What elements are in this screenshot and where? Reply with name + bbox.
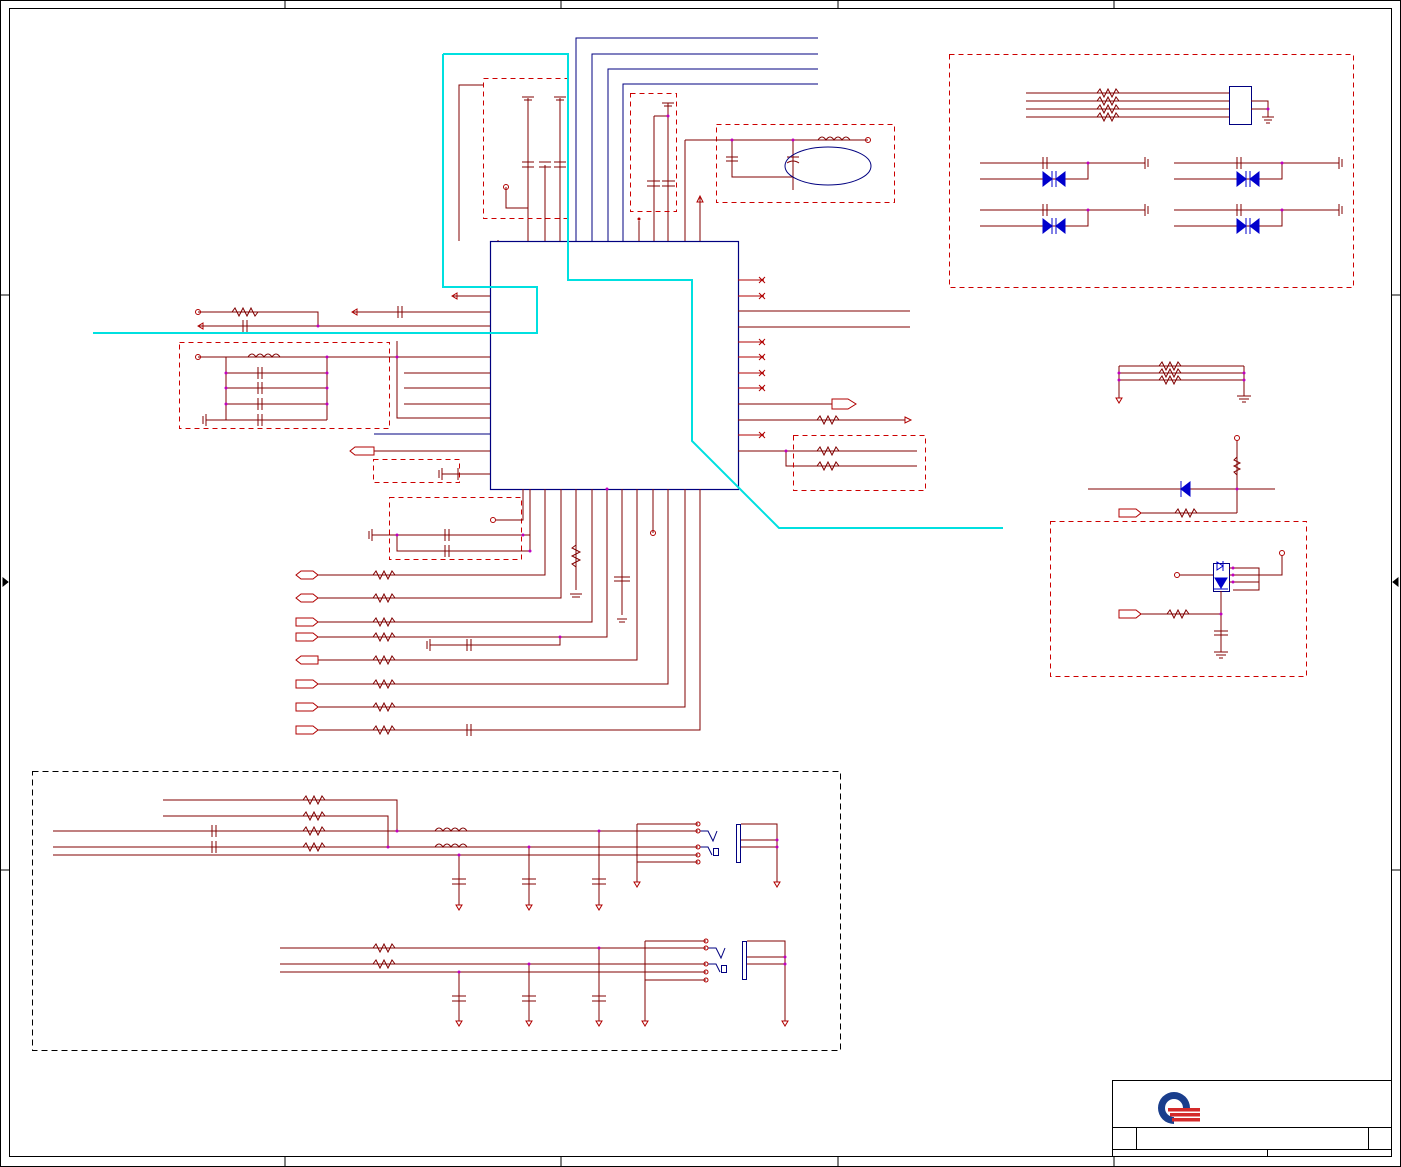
- mic-bias: [1118, 550, 1285, 659]
- decoupling-caps-top: [503, 96, 566, 190]
- bottom-port-tags: [295, 570, 319, 735]
- analog-caps: [637, 102, 704, 221]
- clock-filter-group: [716, 124, 895, 203]
- mic-jack-junctions: [457, 946, 787, 974]
- headphone-jack-markers: [455, 821, 781, 911]
- ground-pin-group: [373, 459, 460, 483]
- right-pins-nc: [738, 276, 766, 439]
- bottom-decoupling: [368, 489, 532, 557]
- header-connector: [1026, 86, 1274, 125]
- codec-ic: [489, 240, 740, 491]
- detect-circuit: [1088, 435, 1275, 519]
- bottom-decoupling-group: [389, 497, 522, 560]
- mic-bias-group: [1050, 521, 1307, 677]
- bottom-resistors: [372, 569, 396, 736]
- top-pin-wires: [458, 84, 716, 241]
- esd-protection-group: [949, 54, 1354, 288]
- mic-jack-circuit: [280, 940, 786, 1021]
- vref-filter: [195, 341, 490, 426]
- codec-ic-body: [489, 240, 740, 491]
- clock-filter: [716, 136, 872, 190]
- audio-jack-section: [32, 771, 841, 1051]
- ground-pin: [438, 468, 490, 480]
- diode-icon: [1042, 170, 1260, 235]
- zener-icon: [1214, 561, 1228, 590]
- crystal-icon: [784, 146, 872, 186]
- vref-junctions: [224, 324, 399, 406]
- diode-icon-detect: [1180, 480, 1191, 498]
- bottom-signal-lines: [318, 487, 701, 736]
- company-logo-icon: [1158, 1092, 1200, 1124]
- esd-diodes: [980, 157, 1343, 227]
- left-side-wires: [195, 295, 490, 332]
- headphone-jack-circuit: [53, 794, 778, 905]
- vref-filter-group: [179, 342, 390, 429]
- port-tag-icon: [349, 446, 375, 456]
- resistor-network: [1115, 360, 1251, 404]
- schematic-sheet: [0, 0, 1401, 1167]
- headphone-jack-junctions: [386, 829, 779, 857]
- left-port-451: [349, 446, 490, 456]
- right-resistor-group: [793, 435, 926, 491]
- annotation-overlay: [93, 53, 1003, 529]
- mic-jack-markers: [455, 938, 789, 1027]
- esd-junctions: [1086, 107, 1284, 212]
